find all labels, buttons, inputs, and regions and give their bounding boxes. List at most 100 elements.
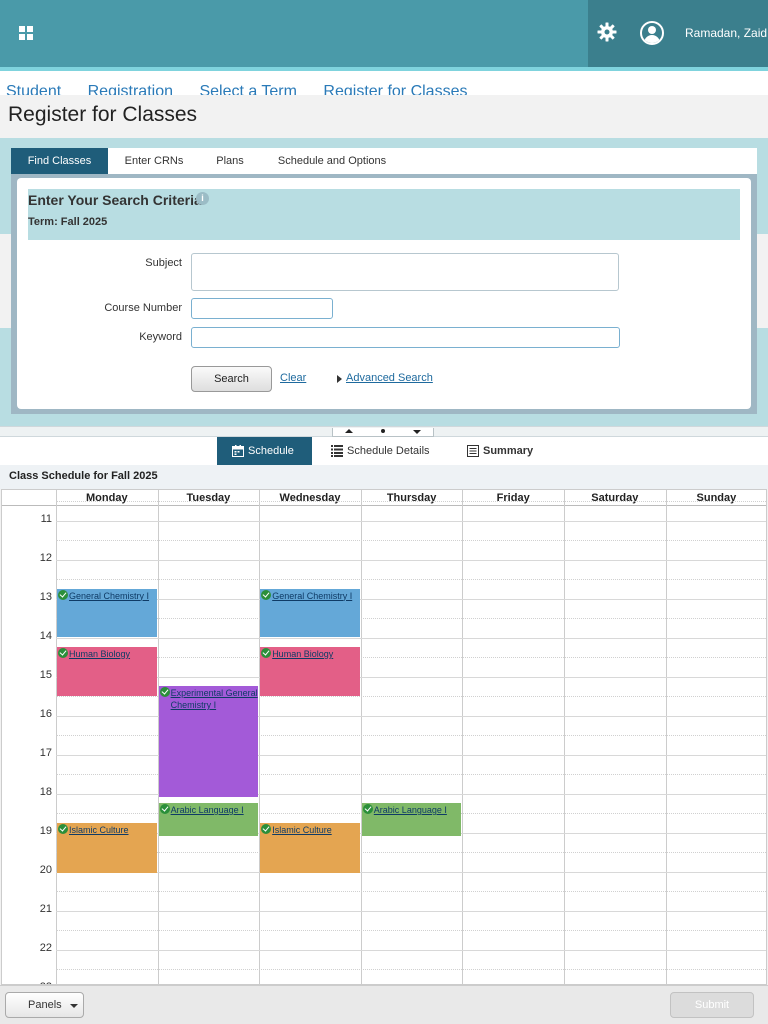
- submit-button[interactable]: Submit: [670, 992, 754, 1018]
- class-block-arabic-language-i[interactable]: Arabic Language I: [158, 803, 259, 837]
- class-block-title: Islamic Culture: [272, 824, 332, 835]
- hour-line: [56, 598, 766, 600]
- class-block-human-biology[interactable]: Human Biology: [260, 647, 360, 696]
- hour-label: 19: [39, 825, 52, 837]
- class-block-experimental-general-chemistry-i[interactable]: Experimental General Chemistry I: [158, 686, 259, 798]
- registered-check-icon: [58, 589, 68, 600]
- class-block-arabic-language-i[interactable]: Arabic Language I: [361, 803, 462, 837]
- class-block-islamic-culture[interactable]: Islamic Culture: [260, 822, 360, 874]
- search-button[interactable]: Search: [191, 366, 272, 392]
- day-header-monday: Monday: [56, 490, 158, 506]
- tab-summary-label: Summary: [483, 445, 534, 457]
- hour-line: [56, 910, 766, 912]
- hour-label: 14: [39, 630, 52, 642]
- tab-summary[interactable]: Summary: [467, 437, 533, 465]
- day-header-tuesday: Tuesday: [157, 490, 260, 506]
- class-block-title: Arabic Language I: [373, 805, 447, 816]
- half-hour-line: [56, 851, 766, 853]
- registered-check-icon: [261, 589, 272, 600]
- breadcrumb: Student Registration Select a Term Regis…: [0, 71, 768, 95]
- course-number-label: Course Number: [104, 302, 182, 314]
- breadcrumb-register: Register for Classes: [323, 83, 468, 95]
- tab-schedule-details-label: Schedule Details: [347, 445, 430, 457]
- class-block-title: Experimental General Chemistry I: [170, 688, 258, 711]
- info-icon[interactable]: i: [196, 192, 209, 205]
- half-hour-line: [56, 617, 766, 619]
- title-bar: Register for Classes: [0, 95, 768, 135]
- hour-label: 12: [39, 552, 52, 564]
- caret-down-icon: [70, 1004, 78, 1008]
- tab-plans[interactable]: Plans: [207, 148, 253, 174]
- half-hour-line: [56, 656, 766, 658]
- class-block-islamic-culture[interactable]: Islamic Culture: [57, 822, 157, 874]
- header-underline: [2, 490, 56, 506]
- registered-check-icon: [261, 648, 272, 659]
- panels-button[interactable]: Panels: [5, 992, 84, 1018]
- day-header-friday: Friday: [462, 490, 564, 506]
- registered-check-icon: [58, 823, 68, 834]
- criteria-title: Enter Your Search Criteria: [28, 192, 202, 208]
- breadcrumb-student[interactable]: Student: [6, 83, 61, 95]
- class-block-human-biology[interactable]: Human Biology: [57, 647, 157, 696]
- user-avatar-icon[interactable]: [640, 21, 664, 45]
- day-header-thursday: Thursday: [360, 490, 463, 506]
- day-header-sunday: Sunday: [665, 490, 766, 506]
- advanced-search-link[interactable]: Advanced Search: [346, 372, 433, 384]
- hour-line: [56, 949, 766, 951]
- hour-label: 17: [39, 747, 52, 759]
- list-icon: [331, 445, 343, 458]
- breadcrumb-registration[interactable]: Registration: [88, 83, 173, 95]
- class-block-title: Human Biology: [69, 649, 131, 660]
- class-block-title: General Chemistry I: [272, 590, 353, 601]
- calendar-icon: [232, 445, 244, 458]
- user-name[interactable]: Ramadan, Zaid: [685, 26, 767, 40]
- keyword-input[interactable]: [191, 327, 620, 348]
- page-title: Register for Classes: [8, 103, 198, 126]
- bottom-bar: [0, 985, 768, 1024]
- hour-label: 18: [39, 786, 52, 798]
- hour-line: [56, 559, 766, 561]
- class-block-title: Human Biology: [272, 649, 334, 660]
- hour-line: [56, 871, 766, 873]
- day-header-saturday: Saturday: [564, 490, 666, 506]
- hour-line: [56, 520, 766, 522]
- tab-find-classes[interactable]: Find Classes: [11, 148, 108, 174]
- clear-link[interactable]: Clear: [280, 372, 306, 384]
- collapse-up-icon[interactable]: [345, 429, 353, 433]
- gear-icon[interactable]: [597, 22, 617, 42]
- hour-label: 20: [39, 864, 52, 876]
- class-block-title: General Chemistry I: [69, 590, 150, 601]
- expand-down-icon[interactable]: [413, 430, 421, 434]
- splitter-center-icon[interactable]: [381, 429, 385, 433]
- registered-check-icon: [159, 804, 170, 815]
- term-label: Term: Fall 2025: [28, 216, 108, 228]
- class-block-general-chemistry-i[interactable]: General Chemistry I: [260, 588, 360, 638]
- registered-check-icon: [261, 823, 272, 834]
- half-hour-line: [56, 539, 766, 541]
- half-hour-line: [56, 500, 766, 502]
- tab-enter-crns[interactable]: Enter CRNs: [111, 148, 197, 174]
- course-number-input[interactable]: [191, 298, 333, 319]
- registered-check-icon: [362, 804, 373, 815]
- hour-line: [56, 637, 766, 639]
- schedule-title: Class Schedule for Fall 2025: [9, 470, 158, 482]
- registration-tabs: Find Classes Enter CRNs Plans Schedule a…: [11, 148, 757, 174]
- registered-check-icon: [159, 687, 170, 698]
- class-block-general-chemistry-i[interactable]: General Chemistry I: [57, 588, 157, 638]
- tab-schedule[interactable]: Schedule: [217, 437, 312, 465]
- class-block-title: Islamic Culture: [69, 824, 129, 835]
- subject-input[interactable]: [191, 253, 619, 291]
- hour-label: 21: [39, 903, 52, 915]
- half-hour-line: [56, 929, 766, 931]
- hour-label: 15: [39, 669, 52, 681]
- day-header-wednesday: Wednesday: [259, 490, 361, 506]
- summary-icon: [467, 445, 479, 458]
- class-block-title: Arabic Language I: [170, 805, 244, 816]
- tab-schedule-details[interactable]: Schedule Details: [331, 437, 430, 465]
- apps-grid-icon[interactable]: [19, 26, 33, 40]
- hour-label: 16: [39, 708, 52, 720]
- breadcrumb-select-term[interactable]: Select a Term: [199, 83, 297, 95]
- tab-schedule-label: Schedule: [248, 445, 294, 457]
- hour-label: 22: [39, 942, 52, 954]
- tab-schedule-options[interactable]: Schedule and Options: [269, 148, 395, 174]
